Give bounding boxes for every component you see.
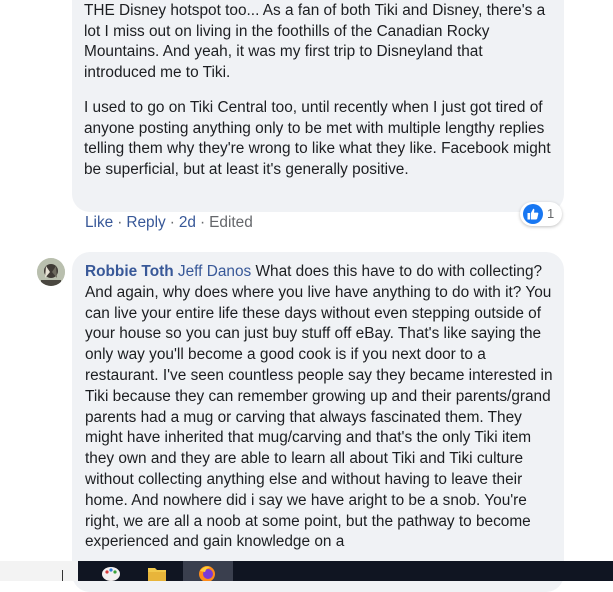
like-thumb-icon	[523, 204, 543, 224]
text-cursor	[62, 570, 63, 581]
comment-paragraph: I used to go on Tiki Central too, until …	[84, 99, 551, 178]
comment-text: What does this have to do with collectin…	[85, 263, 553, 551]
comment-author-link[interactable]: Robbie Toth	[85, 263, 174, 280]
edited-label[interactable]: Edited	[209, 214, 253, 231]
avatar[interactable]	[37, 258, 65, 286]
comment-paragraph: THE Disney hotspot too... As a fan of bo…	[84, 2, 546, 81]
taskbar-search[interactable]	[0, 561, 78, 581]
separator: ·	[169, 214, 175, 231]
separator: ·	[200, 214, 206, 231]
like-link[interactable]: Like	[85, 214, 113, 231]
comment-body: Robbie Toth Jeff Danos What does this ha…	[85, 262, 553, 553]
taskbar	[0, 561, 613, 582]
reaction-count: 1	[547, 206, 555, 221]
mention-link[interactable]: Jeff Danos	[178, 263, 251, 280]
reaction-badge[interactable]: 1	[520, 202, 562, 226]
reply-link[interactable]: Reply	[126, 214, 165, 231]
file-explorer-icon[interactable]	[146, 563, 168, 581]
timestamp-link[interactable]: 2d	[179, 214, 196, 231]
firefox-icon[interactable]	[196, 563, 218, 582]
comment-actions: Like · Reply · 2d · Edited	[85, 214, 253, 232]
separator: ·	[117, 214, 123, 231]
paint-icon[interactable]	[100, 563, 122, 581]
